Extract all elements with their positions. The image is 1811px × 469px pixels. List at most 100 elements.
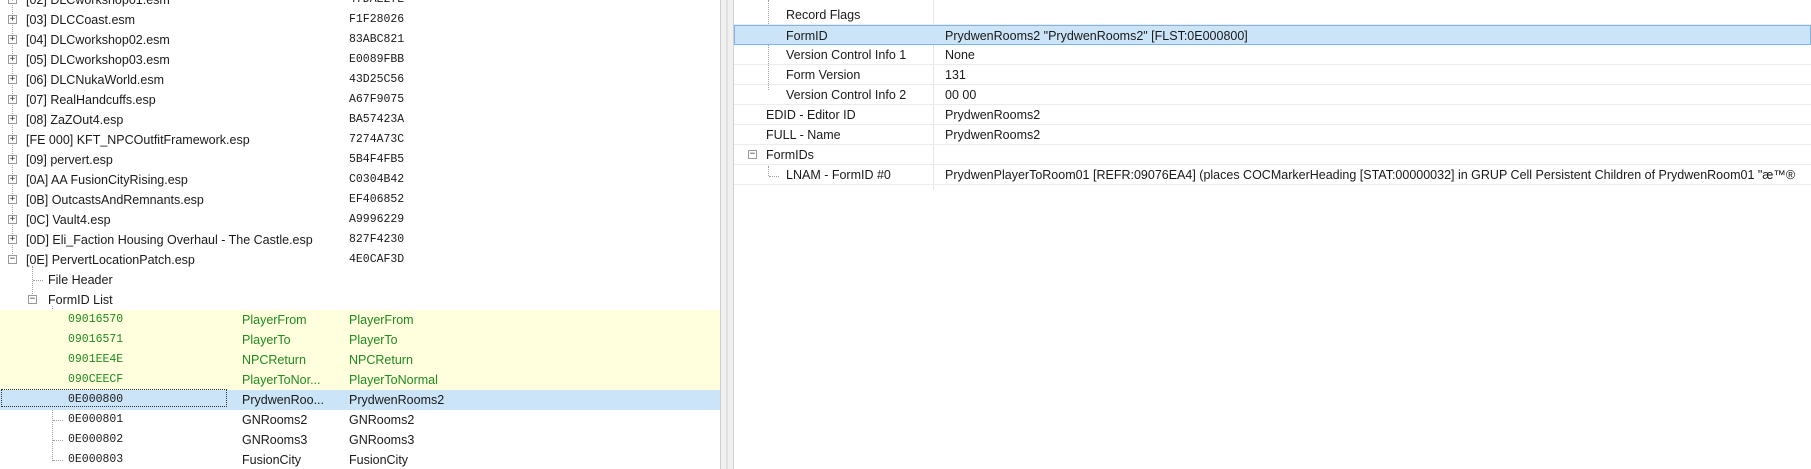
record-formid: 0901EE4E xyxy=(68,353,124,366)
plugin-crc: 7274A73C xyxy=(349,133,405,146)
plugin-row[interactable]: + [07] RealHandcuffs.esp A67F9075 xyxy=(0,90,720,110)
expand-icon[interactable]: + xyxy=(8,35,17,44)
field-value: PrydwenRooms2 xyxy=(945,108,1041,122)
field-label: EDID - Editor ID xyxy=(766,108,856,122)
record-formid: 0E000800 xyxy=(68,393,124,406)
record-editor-id: PlayerToNor... xyxy=(242,373,321,387)
expand-icon[interactable]: + xyxy=(8,155,17,164)
expand-icon[interactable]: + xyxy=(8,15,17,24)
field-row-vci1[interactable]: Version Control Info 1 None xyxy=(734,45,1811,65)
record-row[interactable]: 0E000802 GNRooms3 GNRooms3 xyxy=(0,430,720,450)
field-row-formid[interactable]: FormID PrydwenRooms2 "PrydwenRooms2" [FL… xyxy=(734,25,1811,45)
plugin-row[interactable]: + [0A] AA FusionCityRising.esp C0304B42 xyxy=(0,170,720,190)
plugin-name: [04] DLCworkshop02.esm xyxy=(26,33,170,47)
record-name: GNRooms2 xyxy=(349,413,415,427)
field-label: FormIDs xyxy=(766,148,814,162)
expand-icon[interactable]: + xyxy=(8,215,17,224)
field-value: 00 00 xyxy=(945,88,977,102)
plugin-name: [03] DLCCoast.esm xyxy=(26,13,136,27)
plugin-name: [07] RealHandcuffs.esp xyxy=(26,93,156,107)
record-editor-id: GNRooms3 xyxy=(242,433,308,447)
expand-icon[interactable]: + xyxy=(8,115,17,124)
record-name: FusionCity xyxy=(349,453,409,467)
file-header-label: File Header xyxy=(48,273,113,287)
record-editor-id: PlayerTo xyxy=(242,333,291,347)
record-name: PlayerToNormal xyxy=(349,373,438,387)
plugin-row[interactable]: + [05] DLCworkshop03.esm E0089FBB xyxy=(0,50,720,70)
plugin-name: [0A] AA FusionCityRising.esp xyxy=(26,173,188,187)
plugin-row[interactable]: + [02] DLCworkshop01.esm 47DAE27E xyxy=(0,0,720,10)
field-row-edid[interactable]: EDID - Editor ID PrydwenRooms2 xyxy=(734,105,1811,125)
plugin-name: [0C] Vault4.esp xyxy=(26,213,111,227)
field-row-record-flags[interactable]: Record Flags xyxy=(734,5,1811,25)
record-row[interactable]: 0E000801 GNRooms2 GNRooms2 xyxy=(0,410,720,430)
record-row[interactable]: 090CEECF PlayerToNor... PlayerToNormal xyxy=(0,370,720,390)
plugin-crc: 5B4F4FB5 xyxy=(349,153,405,166)
field-value: PrydwenPlayerToRoom01 [REFR:09076EA4] (p… xyxy=(945,168,1796,182)
field-row-full[interactable]: FULL - Name PrydwenRooms2 xyxy=(734,125,1811,145)
plugin-crc: A9996229 xyxy=(349,213,405,226)
plugin-row[interactable]: + [06] DLCNukaWorld.esm 43D25C56 xyxy=(0,70,720,90)
record-name: PrydwenRooms2 xyxy=(349,393,445,407)
expand-icon[interactable]: + xyxy=(8,0,17,4)
field-row-lnam[interactable]: LNAM - FormID #0 PrydwenPlayerToRoom01 [… xyxy=(734,165,1811,185)
record-editor-id: PrydwenRoo... xyxy=(242,393,324,407)
plugin-crc: F1F28026 xyxy=(349,13,405,26)
plugin-row[interactable]: + [0C] Vault4.esp A9996229 xyxy=(0,210,720,230)
expand-icon[interactable]: + xyxy=(8,235,17,244)
record-row[interactable]: 0901EE4E NPCReturn NPCReturn xyxy=(0,350,720,370)
plugin-crc: 83ABC821 xyxy=(349,33,405,46)
field-value: None xyxy=(945,48,975,62)
plugin-name: [06] DLCNukaWorld.esm xyxy=(26,73,165,87)
field-label: Record Flags xyxy=(786,8,861,22)
plugin-row[interactable]: + [09] pervert.esp 5B4F4FB5 xyxy=(0,150,720,170)
plugin-name: [05] DLCworkshop03.esm xyxy=(26,53,170,67)
plugin-row[interactable]: + [0B] OutcastsAndRemnants.esp EF406852 xyxy=(0,190,720,210)
plugin-crc: 827F4230 xyxy=(349,233,405,246)
plugin-row[interactable]: + [FE 000] KFT_NPCOutfitFramework.esp 72… xyxy=(0,130,720,150)
expand-icon[interactable]: + xyxy=(8,175,17,184)
field-row-formids-group[interactable]: − FormIDs xyxy=(734,145,1811,165)
record-view-pane[interactable]: Record Flags FormID PrydwenRooms2 "Prydw… xyxy=(734,0,1811,469)
plugin-name: [02] DLCworkshop01.esm xyxy=(26,0,170,7)
pane-splitter[interactable] xyxy=(720,0,734,469)
record-row[interactable]: 0E000803 FusionCity FusionCity xyxy=(0,450,720,469)
formid-list-group-row[interactable]: − FormID List xyxy=(0,290,720,310)
record-row[interactable]: 09016570 PlayerFrom PlayerFrom xyxy=(0,310,720,330)
field-row-form-version[interactable]: Form Version 131 xyxy=(734,65,1811,85)
record-formid: 09016571 xyxy=(68,333,124,346)
field-label: FULL - Name xyxy=(766,128,841,142)
collapse-icon[interactable]: − xyxy=(748,150,757,159)
expand-icon[interactable]: + xyxy=(8,55,17,64)
plugin-row[interactable]: + [03] DLCCoast.esm F1F28026 xyxy=(0,10,720,30)
collapse-icon[interactable]: − xyxy=(28,295,37,304)
group-label: FormID List xyxy=(48,293,113,307)
field-row-vci2[interactable]: Version Control Info 2 00 00 xyxy=(734,85,1811,105)
expand-icon[interactable]: + xyxy=(8,135,17,144)
plugin-row[interactable]: + [04] DLCworkshop02.esm 83ABC821 xyxy=(0,30,720,50)
expand-icon[interactable]: + xyxy=(8,75,17,84)
record-row-selected[interactable]: 0E000800 PrydwenRoo... PrydwenRooms2 xyxy=(0,390,720,410)
plugin-name: [0E] PervertLocationPatch.esp xyxy=(26,253,195,267)
field-label: Version Control Info 2 xyxy=(786,88,907,102)
field-value: PrydwenRooms2 "PrydwenRooms2" [FLST:0E00… xyxy=(945,29,1248,43)
record-formid: 0E000801 xyxy=(68,413,124,426)
collapse-icon[interactable]: − xyxy=(8,255,17,264)
field-value: PrydwenRooms2 xyxy=(945,128,1041,142)
record-formid: 090CEECF xyxy=(68,373,124,386)
plugin-row[interactable]: + [08] ZaZOut4.esp BA57423A xyxy=(0,110,720,130)
plugin-crc: EF406852 xyxy=(349,193,405,206)
record-tree-pane[interactable]: + [02] DLCworkshop01.esm 47DAE27E + [03]… xyxy=(0,0,720,469)
plugin-name: [09] pervert.esp xyxy=(26,153,113,167)
record-editor-id: FusionCity xyxy=(242,453,302,467)
file-header-row[interactable]: File Header xyxy=(0,270,720,290)
plugin-row-expanded[interactable]: − [0E] PervertLocationPatch.esp 4E0CAF3D xyxy=(0,250,720,270)
record-row[interactable]: 09016571 PlayerTo PlayerTo xyxy=(0,330,720,350)
record-name: GNRooms3 xyxy=(349,433,415,447)
plugin-row[interactable]: + [0D] Eli_Faction Housing Overhaul - Th… xyxy=(0,230,720,250)
record-formid: 09016570 xyxy=(68,313,124,326)
field-label: FormID xyxy=(786,29,828,43)
expand-icon[interactable]: + xyxy=(8,95,17,104)
expand-icon[interactable]: + xyxy=(8,195,17,204)
plugin-name: [0D] Eli_Faction Housing Overhaul - The … xyxy=(26,233,313,247)
